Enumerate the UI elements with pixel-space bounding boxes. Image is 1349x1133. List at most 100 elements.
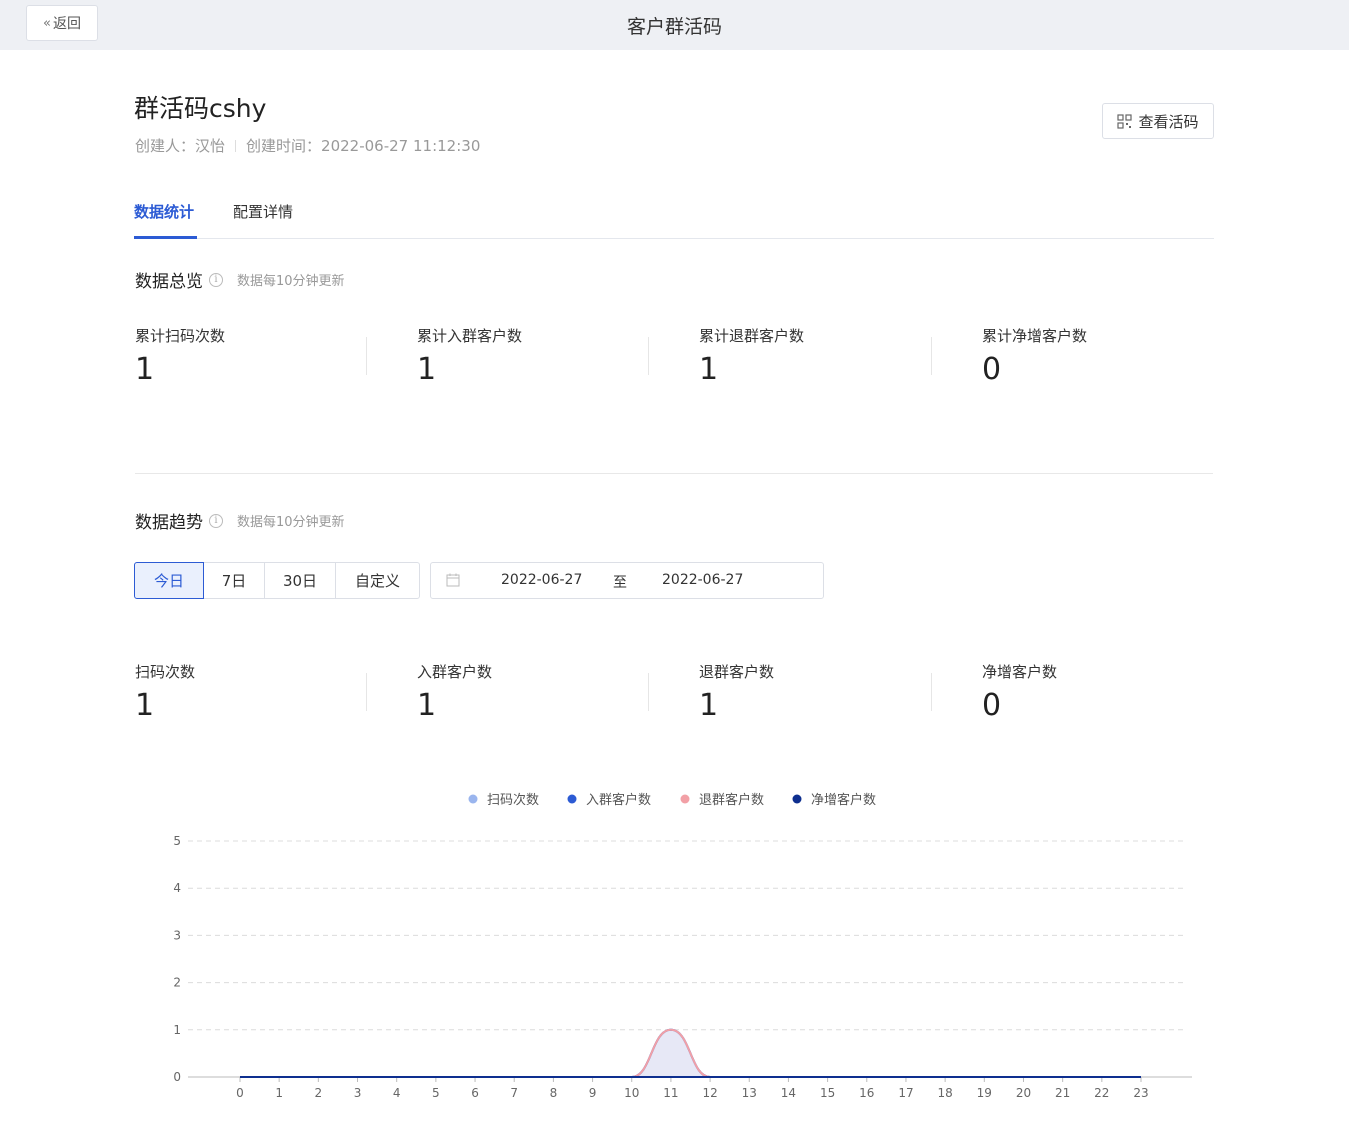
stat-value: 1 xyxy=(699,688,719,723)
tab-bar: 数据统计 配置详情 xyxy=(134,199,1214,239)
overview-update-note: 数据每10分钟更新 xyxy=(237,274,345,289)
stat-left: 退群客户数 1 xyxy=(699,661,939,723)
range-custom-button[interactable]: 自定义 xyxy=(335,562,420,599)
trend-section-title: 数据趋势 i 数据每10分钟更新 xyxy=(135,508,345,533)
stat-label: 累计净增客户数 xyxy=(982,327,1088,345)
qr-code-icon xyxy=(1117,113,1133,129)
tab-config-details[interactable]: 配置详情 xyxy=(233,199,293,239)
creator-name: 汉怡 xyxy=(195,137,226,155)
stat-total-net: 累计净增客户数 0 xyxy=(982,325,1222,387)
stat-divider xyxy=(931,337,932,375)
trend-stats: 扫码次数 1 入群客户数 1 退群客户数 1 净增客户数 0 xyxy=(135,661,1215,741)
page-title: 客户群活码 xyxy=(626,16,722,38)
x-tick-label: 12 xyxy=(702,1086,717,1100)
stat-value: 1 xyxy=(417,688,437,723)
calendar-icon xyxy=(446,573,460,587)
y-tick-label: 4 xyxy=(173,881,181,895)
code-meta: 创建人： 汉怡 创建时间： 2022-06-27 11:12:30 xyxy=(135,135,480,156)
stat-label: 累计扫码次数 xyxy=(135,327,226,345)
end-date[interactable]: 2022-06-27 xyxy=(662,572,743,588)
legend-label[interactable]: 退群客户数 xyxy=(699,792,764,808)
legend-marker[interactable] xyxy=(680,794,690,804)
info-icon[interactable]: i xyxy=(209,272,223,287)
view-code-button[interactable]: 查看活码 xyxy=(1102,103,1214,139)
trend-update-note: 数据每10分钟更新 xyxy=(237,515,345,530)
x-tick-label: 21 xyxy=(1055,1086,1070,1100)
legend-label[interactable]: 入群客户数 xyxy=(586,792,651,808)
created-label: 创建时间： xyxy=(246,137,322,155)
x-tick-label: 7 xyxy=(510,1086,518,1100)
stat-value: 1 xyxy=(417,352,437,387)
date-range-picker[interactable]: 2022-06-27 至 2022-06-27 xyxy=(430,562,824,599)
range-30d-button[interactable]: 30日 xyxy=(264,562,336,599)
x-tick-label: 3 xyxy=(354,1086,362,1100)
top-bar: « 返回 客户群活码 xyxy=(0,0,1349,50)
overview-title: 数据总览 xyxy=(135,272,203,292)
x-tick-label: 14 xyxy=(781,1086,796,1100)
overview-stats: 累计扫码次数 1 累计入群客户数 1 累计退群客户数 1 累计净增客户数 0 xyxy=(135,325,1215,405)
stat-total-joined: 累计入群客户数 1 xyxy=(417,325,657,387)
x-tick-label: 13 xyxy=(742,1086,757,1100)
trend-title: 数据趋势 xyxy=(135,513,203,533)
legend-marker[interactable] xyxy=(468,794,478,804)
info-icon[interactable]: i xyxy=(209,513,223,528)
stat-divider xyxy=(648,337,649,375)
stat-label: 净增客户数 xyxy=(982,663,1058,681)
stat-label: 退群客户数 xyxy=(699,663,775,681)
view-code-label: 查看活码 xyxy=(1138,112,1199,131)
stat-label: 累计入群客户数 xyxy=(417,327,523,345)
x-tick-label: 15 xyxy=(820,1086,835,1100)
stat-total-left: 累计退群客户数 1 xyxy=(699,325,939,387)
date-separator: 至 xyxy=(613,575,627,591)
x-tick-label: 4 xyxy=(393,1086,401,1100)
x-tick-label: 18 xyxy=(937,1086,952,1100)
x-tick-label: 6 xyxy=(471,1086,479,1100)
x-tick-label: 11 xyxy=(663,1086,678,1100)
y-tick-label: 5 xyxy=(173,834,181,848)
x-tick-label: 20 xyxy=(1016,1086,1031,1100)
legend-marker[interactable] xyxy=(792,794,802,804)
x-tick-label: 19 xyxy=(977,1086,992,1100)
stat-label: 扫码次数 xyxy=(135,663,196,681)
stat-joined: 入群客户数 1 xyxy=(417,661,657,723)
legend-label[interactable]: 扫码次数 xyxy=(487,792,539,808)
y-tick-label: 2 xyxy=(173,976,181,990)
stat-divider xyxy=(931,673,932,711)
x-tick-label: 17 xyxy=(898,1086,913,1100)
overview-section-title: 数据总览 i 数据每10分钟更新 xyxy=(135,267,345,292)
x-tick-label: 0 xyxy=(236,1086,244,1100)
x-tick-label: 1 xyxy=(275,1086,283,1100)
x-tick-label: 16 xyxy=(859,1086,874,1100)
stat-divider xyxy=(366,337,367,375)
x-tick-label: 10 xyxy=(624,1086,639,1100)
trend-chart: 扫码次数 入群客户数 退群客户数 净增客户数0123450 1 2 3 4 5 6 7 8 9 10 11 1… xyxy=(173,792,1192,1100)
x-tick-label: 9 xyxy=(589,1086,597,1100)
stat-value: 1 xyxy=(135,688,155,723)
stat-scans: 扫码次数 1 xyxy=(135,661,375,723)
legend-label[interactable]: 净增客户数 xyxy=(811,792,876,808)
legend-marker[interactable] xyxy=(567,794,577,804)
x-tick-label: 22 xyxy=(1094,1086,1109,1100)
start-date[interactable]: 2022-06-27 xyxy=(501,572,582,588)
x-tick-label: 2 xyxy=(315,1086,323,1100)
range-7d-button[interactable]: 7日 xyxy=(203,562,265,599)
stat-net: 净增客户数 0 xyxy=(982,661,1222,723)
range-today-button[interactable]: 今日 xyxy=(134,562,204,599)
stat-value: 0 xyxy=(982,688,1002,723)
stat-value: 0 xyxy=(982,352,1002,387)
stat-value: 1 xyxy=(699,352,719,387)
y-tick-label: 1 xyxy=(173,1023,181,1037)
meta-divider xyxy=(235,139,237,152)
stat-value: 1 xyxy=(135,352,155,387)
section-divider xyxy=(135,473,1213,474)
y-tick-label: 3 xyxy=(173,928,181,942)
code-name: 群活码cshy xyxy=(134,94,267,123)
creator-label: 创建人： xyxy=(135,137,196,155)
tab-data-stats[interactable]: 数据统计 xyxy=(134,199,197,239)
x-tick-label: 23 xyxy=(1133,1086,1148,1100)
x-tick-label: 5 xyxy=(432,1086,440,1100)
stat-label: 累计退群客户数 xyxy=(699,327,805,345)
y-tick-label: 0 xyxy=(173,1070,181,1084)
range-selector: 今日 7日 30日 自定义 xyxy=(134,562,420,599)
stat-divider xyxy=(366,673,367,711)
